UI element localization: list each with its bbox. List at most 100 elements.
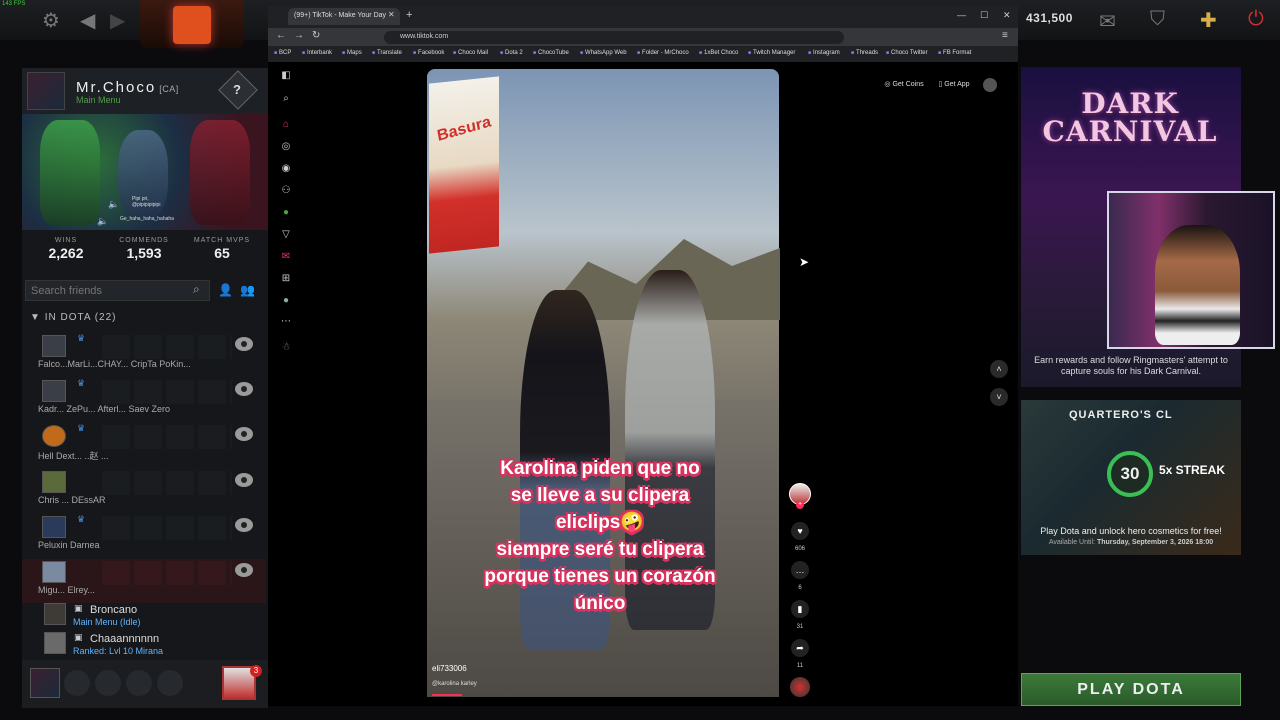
back-icon[interactable]: ← — [276, 30, 286, 41]
party-slot-empty[interactable] — [157, 670, 183, 696]
more-icon[interactable]: ⋯ — [280, 316, 292, 328]
close-window-icon[interactable]: ✕ — [1003, 10, 1011, 21]
fps-counter: 143 FPS — [2, 1, 26, 7]
dota-logo-icon[interactable] — [173, 6, 211, 44]
watch-eye-icon[interactable] — [235, 473, 253, 487]
party-slot-empty[interactable] — [64, 670, 90, 696]
search-friends-input[interactable] — [25, 280, 210, 301]
friends-group-icon[interactable]: 👥 — [240, 283, 255, 297]
friend-row[interactable]: Migu... Elrey... — [22, 559, 266, 603]
profile-avatar[interactable] — [27, 72, 65, 110]
like-heart-icon[interactable]: ♥ — [791, 522, 809, 540]
bookmark[interactable]: Threads — [851, 50, 878, 56]
back-arrow-icon[interactable]: ◀ — [80, 8, 95, 33]
search-icon[interactable]: ⌕ — [280, 93, 292, 105]
home-icon[interactable]: ⌂ — [280, 119, 292, 131]
in-dota-group-header[interactable]: ▼ IN DOTA (22) — [30, 312, 117, 323]
following-icon[interactable]: ◉ — [280, 163, 292, 175]
caption-line: único — [574, 593, 626, 614]
play-dota-button[interactable]: PLAY DOTA — [1021, 673, 1241, 706]
bookmark[interactable]: WhatsApp Web — [580, 50, 627, 56]
search-icon[interactable]: ⌕ — [193, 282, 200, 297]
watch-eye-icon[interactable] — [235, 518, 253, 532]
add-friend-icon[interactable]: 👤 — [218, 283, 233, 297]
browser-menu-icon[interactable]: ≡ — [1002, 30, 1008, 41]
bookmark[interactable]: Twitch Manager — [748, 50, 795, 56]
bookmark[interactable]: Folder - MrChoco — [637, 50, 689, 56]
activity-icon[interactable]: ✉ — [280, 251, 292, 263]
watch-eye-icon[interactable] — [235, 563, 253, 577]
next-video-chevron-down-icon[interactable]: ˅ — [990, 388, 1008, 406]
mail-icon[interactable]: ✉ — [1099, 9, 1116, 34]
live-icon[interactable]: ● — [280, 207, 292, 219]
watch-eye-icon[interactable] — [235, 382, 253, 396]
bookmark[interactable]: Choco Twitter — [886, 50, 928, 56]
friend-avatar — [44, 603, 66, 625]
tab-close-icon[interactable]: ✕ — [388, 10, 395, 19]
reload-icon[interactable]: ↻ — [312, 30, 320, 41]
forward-icon[interactable]: → — [294, 30, 304, 41]
bookmark[interactable]: 1xBet Choco — [699, 50, 738, 56]
profile-status: Main Menu — [76, 95, 121, 105]
party-slot-empty[interactable] — [126, 670, 152, 696]
browser-tab[interactable]: (99+) TikTok - Make Your Day — [288, 8, 400, 25]
bookmark[interactable]: Dota 2 — [500, 50, 523, 56]
get-coins-button[interactable]: ◎ Get Coins — [878, 78, 930, 92]
watch-eye-icon[interactable] — [235, 427, 253, 441]
friend-row[interactable]: ♛ Hell Dext... ..赵 ... — [22, 423, 266, 467]
bookmark[interactable]: Interbank — [302, 50, 332, 56]
bookmark[interactable]: Facebook — [413, 50, 444, 56]
armory-icon[interactable]: ⛉ — [1150, 8, 1165, 31]
video-username[interactable]: eli733006 — [432, 664, 467, 673]
bookmark[interactable]: Translate — [372, 50, 402, 56]
friend-party-slots — [102, 516, 232, 540]
bookmark[interactable]: Instagram — [808, 50, 840, 56]
save-count: 31 — [796, 624, 804, 630]
video-sound[interactable]: @karolina karley — [432, 681, 477, 687]
bookmark[interactable]: FB Format — [938, 50, 971, 56]
upload-icon[interactable]: ⊞ — [280, 273, 292, 285]
maximize-icon[interactable]: ☐ — [980, 10, 988, 21]
comment-count: 6 — [798, 585, 802, 591]
streak-label: 5x STREAK — [1159, 463, 1226, 477]
party-slot-empty[interactable] — [95, 670, 121, 696]
friend-row[interactable]: Chris ... DEssAR — [22, 469, 266, 513]
bookmark[interactable]: BCP — [274, 50, 291, 56]
bookmark-icon[interactable]: ▮ — [791, 600, 809, 618]
bookmark[interactable]: Maps — [342, 50, 362, 56]
friend-row[interactable]: ♛ Falco...MarLi...CHAY... CripTa PoKin..… — [22, 333, 266, 377]
friends-icon[interactable]: ⚇ — [280, 185, 292, 197]
messages-icon[interactable]: ▽ — [280, 229, 292, 241]
friend-row[interactable]: ♛ Kadr... ZePu... Afterl... Saev Zero — [22, 378, 266, 422]
friend-row[interactable]: ♛ Peluxin Darnea — [22, 514, 266, 558]
music-disc-icon[interactable] — [790, 677, 810, 697]
profile-name[interactable]: Mr.Choco [CA] — [76, 79, 179, 96]
follow-plus-icon[interactable]: + — [796, 501, 804, 509]
hero-chat-bubble: Pipi pri, @pipipipipipi Ge_haha_haha_hah… — [106, 196, 174, 222]
get-app-button[interactable]: ▯ Get App — [932, 78, 976, 92]
hero-figure-left — [40, 120, 100, 225]
forward-arrow-icon[interactable]: ▶ — [110, 8, 125, 33]
video-progress-bar[interactable] — [432, 694, 462, 696]
video-caption: Karolina piden que no se lleve a su clip… — [440, 455, 760, 617]
tiktok-profile-avatar[interactable] — [983, 78, 997, 92]
previous-video-chevron-up-icon[interactable]: ˄ — [990, 360, 1008, 378]
new-tab-icon[interactable]: + — [406, 9, 412, 21]
minimize-icon[interactable]: — — [957, 10, 966, 20]
sidebar-toggle-icon[interactable]: ◧ — [280, 70, 292, 82]
watch-eye-icon[interactable] — [235, 337, 253, 351]
party-self-avatar[interactable] — [30, 668, 60, 698]
url-bar[interactable]: www.tiktok.com — [384, 31, 844, 44]
stat-value-wins: 2,262 — [48, 245, 84, 261]
bookmark[interactable]: ChocoTube — [533, 50, 569, 56]
stat-label-mvps: MATCH MVPS — [193, 237, 251, 244]
profile-icon[interactable]: ● — [280, 295, 292, 307]
gold-counter: 431,500 — [1026, 11, 1073, 25]
share-arrow-icon[interactable]: ➦ — [791, 639, 809, 657]
power-icon[interactable]: ⏻ — [1248, 8, 1264, 31]
settings-gear-icon[interactable]: ⚙ — [42, 8, 60, 33]
plus-icon[interactable]: ✚ — [1200, 8, 1217, 33]
explore-icon[interactable]: ◎ — [280, 141, 292, 153]
bookmark[interactable]: Choco Mail — [453, 50, 488, 56]
comment-icon[interactable]: … — [791, 561, 809, 579]
